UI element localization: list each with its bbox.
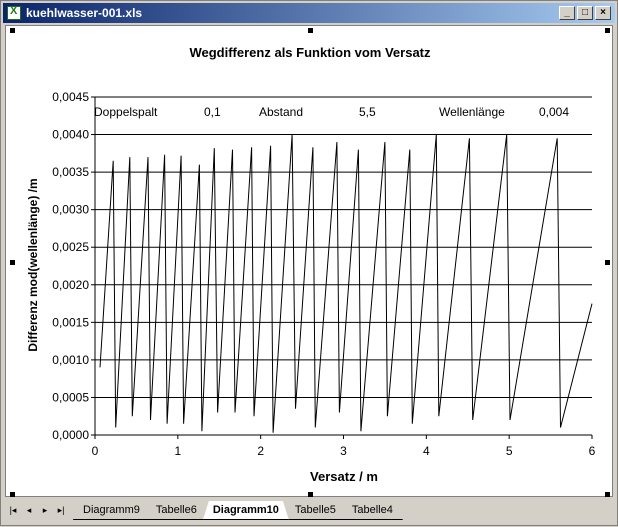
y-tick-labels: 0,0000 0,0005 0,0010 0,0015 0,0020 0,0025 0,00… <box>52 90 89 442</box>
first-sheet-button[interactable]: |◂ <box>7 503 19 517</box>
sheet-tab-bar: |◂ ◂ ▸ ▸| Diagramm9 Tabelle6 Diagramm10 Tabell… <box>3 499 617 523</box>
y-tick-label: 0,0010 <box>52 353 89 367</box>
y-tick-label: 0,0045 <box>52 90 89 104</box>
sheet-tab-tabelle5[interactable]: Tabelle5 <box>285 501 346 520</box>
x-axis-label: Versatz / m <box>310 469 378 484</box>
y-tick-label: 0,0040 <box>52 128 89 142</box>
annotation-value: 0,1 <box>204 105 221 119</box>
x-tick-labels: 0 1 2 3 4 5 6 <box>92 444 596 458</box>
sheet-tab-tabelle4[interactable]: Tabelle4 <box>342 501 403 520</box>
chart-plot[interactable]: 0,0000 0,0005 0,0010 0,0015 0,0020 0,0025 0,00… <box>1 1 618 527</box>
y-tick-label: 0,0005 <box>52 390 89 404</box>
excel-chart-window: kuehlwasser-001.xls _ □ × Wegdifferenz a… <box>0 0 618 526</box>
x-tick-label: 5 <box>506 444 513 458</box>
y-tick-label: 0,0000 <box>52 428 89 442</box>
annotations: Doppelspalt 0,1 Abstand 5,5 Wellenlänge 0,004 <box>94 105 569 119</box>
y-tick-label: 0,0035 <box>52 165 89 179</box>
sheet-tab-tabelle6[interactable]: Tabelle6 <box>146 501 207 520</box>
y-tick-label: 0,0015 <box>52 315 89 329</box>
last-sheet-icon: ▸| <box>57 505 65 515</box>
annotation-value: 5,5 <box>359 105 376 119</box>
sheet-tab-diagramm10[interactable]: Diagramm10 <box>203 501 289 520</box>
y-tick-label: 0,0030 <box>52 203 89 217</box>
last-sheet-button[interactable]: ▸| <box>55 503 67 517</box>
x-tick-label: 2 <box>257 444 264 458</box>
x-tick-label: 3 <box>340 444 347 458</box>
x-tick-label: 4 <box>423 444 430 458</box>
y-axis-label: Differenz mod(wellenlänge) /m <box>26 178 40 351</box>
annotation-label: Wellenlänge <box>439 105 505 119</box>
sheet-tab-diagramm9[interactable]: Diagramm9 <box>73 501 150 520</box>
y-tick-label: 0,0020 <box>52 278 89 292</box>
annotation-label: Abstand <box>259 105 303 119</box>
next-sheet-icon: ▸ <box>42 505 48 515</box>
x-tick-label: 0 <box>92 444 99 458</box>
x-tick-label: 6 <box>589 444 596 458</box>
prev-sheet-button[interactable]: ◂ <box>23 503 35 517</box>
annotation-value: 0,004 <box>539 105 569 119</box>
y-tick-label: 0,0025 <box>52 240 89 254</box>
prev-sheet-icon: ◂ <box>26 505 32 515</box>
first-sheet-icon: |◂ <box>9 505 17 515</box>
next-sheet-button[interactable]: ▸ <box>39 503 51 517</box>
x-tick-label: 1 <box>174 444 181 458</box>
annotation-label: Doppelspalt <box>94 105 158 119</box>
series-line[interactable] <box>99 134 593 433</box>
